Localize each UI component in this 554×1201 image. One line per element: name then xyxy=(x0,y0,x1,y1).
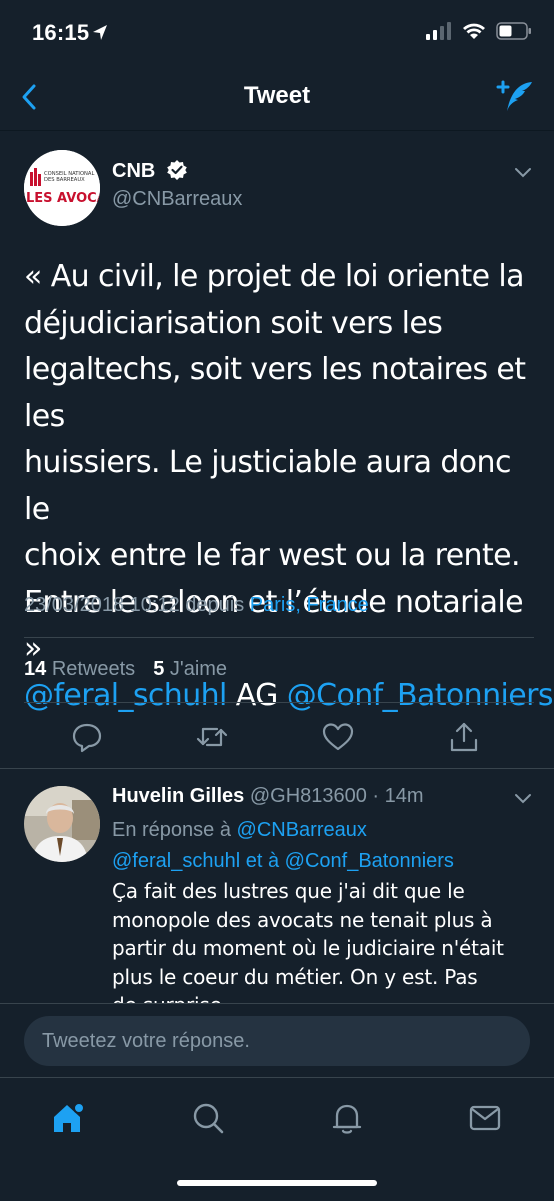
location-arrow-icon xyxy=(92,24,108,42)
compose-feather-icon xyxy=(496,80,532,111)
status-time: 16:15 xyxy=(32,20,90,45)
heart-icon xyxy=(322,723,354,751)
chevron-down-icon xyxy=(515,168,531,178)
tweet-timestamp: 23/03/2018 10:12 depuis Paris, France xyxy=(24,594,369,617)
tab-messages[interactable] xyxy=(467,1100,503,1136)
battery-icon xyxy=(496,22,531,40)
verified-badge-icon xyxy=(166,159,188,181)
compose-tweet-button[interactable] xyxy=(496,78,534,114)
chevron-down-icon xyxy=(515,794,531,804)
retweets-label: Retweets xyxy=(51,658,136,680)
in-reply-and: et à xyxy=(240,850,285,872)
retweet-icon xyxy=(196,727,228,747)
reply-menu-caret[interactable] xyxy=(514,792,532,804)
home-indicator[interactable] xyxy=(177,1180,377,1186)
retweet-button[interactable] xyxy=(195,720,229,754)
mention-link[interactable]: @feral_schuhl xyxy=(112,850,240,872)
author-name[interactable]: CNB xyxy=(112,160,155,183)
likes-count: 5 xyxy=(153,658,165,680)
reply-avatar-photo xyxy=(24,786,100,862)
divider xyxy=(0,768,554,769)
author-avatar[interactable]: CONSEIL NATIONAL DES BARREAUX LES AVOCAT… xyxy=(24,150,100,226)
in-reply-to: En réponse à @CNBarreaux @feral_schuhl e… xyxy=(112,815,532,877)
svg-text:DES BARREAUX: DES BARREAUX xyxy=(44,177,85,183)
reply-icon xyxy=(72,723,102,753)
reply-text: Ça fait des lustres que j'ai dit que le … xyxy=(112,877,532,1004)
search-icon xyxy=(193,1103,224,1134)
mention-link[interactable]: @Conf_Batonniers xyxy=(285,850,454,872)
tweet-menu-caret[interactable] xyxy=(514,166,532,178)
mention-link[interactable]: @CNBarreaux xyxy=(237,819,367,841)
reply-button[interactable] xyxy=(70,720,104,754)
tweet-text-fragment: AG xyxy=(226,677,287,713)
like-button[interactable] xyxy=(321,720,355,754)
reply-tweet[interactable]: Huvelin Gilles @GH813600 · 14m En répons… xyxy=(0,770,554,1004)
retweets-stat[interactable]: 14 Retweets xyxy=(24,658,135,681)
author-handle[interactable]: @CNBarreaux xyxy=(112,188,242,211)
reply-text-line: monopole des avocats ne tenait plus à xyxy=(112,907,493,932)
mail-icon xyxy=(469,1105,501,1131)
tab-search[interactable] xyxy=(190,1100,226,1136)
reply-input[interactable]: Tweetez votre réponse. xyxy=(24,1016,530,1066)
tweet-date: 23/03/2018 10:12 depuis xyxy=(24,594,250,616)
reply-author-name[interactable]: Huvelin Gilles xyxy=(112,785,244,807)
nav-divider xyxy=(0,130,554,131)
tweet-text: « Au civil, le projet de loi oriente la … xyxy=(24,254,553,719)
reply-header: Huvelin Gilles @GH813600 · 14m xyxy=(112,785,424,808)
home-icon xyxy=(54,1102,85,1132)
status-indicators xyxy=(426,22,532,40)
reply-text-line: Ça fait des lustres que j'ai dit que le xyxy=(112,879,465,903)
location-link[interactable]: Paris, France xyxy=(250,594,369,616)
cnb-logo: CONSEIL NATIONAL DES BARREAUX LES AVOCAT… xyxy=(24,150,100,226)
reply-time: · 14m xyxy=(366,785,424,807)
in-reply-prefix: En réponse à xyxy=(112,819,237,841)
divider xyxy=(24,637,534,638)
tweet-text-line: huissiers. Le justiciable aura donc le xyxy=(24,445,511,527)
share-button[interactable] xyxy=(447,720,481,754)
reply-avatar[interactable] xyxy=(24,786,100,862)
signal-icon xyxy=(426,22,451,40)
likes-stat[interactable]: 5 J'aime xyxy=(153,658,227,681)
tweet-text-line: choix entre le far west ou la rente. xyxy=(24,538,521,573)
svg-text:LES AVOCATS: LES AVOCATS xyxy=(26,191,100,206)
wifi-icon xyxy=(463,23,485,39)
divider xyxy=(0,1003,554,1004)
reply-author-handle[interactable]: @GH813600 xyxy=(250,785,367,807)
retweets-count: 14 xyxy=(24,658,47,680)
bell-icon xyxy=(332,1104,362,1134)
share-icon xyxy=(450,722,478,752)
tab-notifications[interactable] xyxy=(329,1100,365,1136)
tweet-text-line: legaltechs, soit vers les notaires et le… xyxy=(24,352,526,434)
divider xyxy=(24,702,534,703)
reply-text-line: plus le coeur du métier. On y est. Pas xyxy=(112,964,478,989)
tweet-stats: 14 Retweets 5 J'aime xyxy=(24,658,227,681)
reply-text-line: partir du moment où le judiciaire n'étai… xyxy=(112,936,504,960)
tweet-text-line: « Au civil, le projet de loi oriente la xyxy=(24,259,525,294)
tab-home[interactable] xyxy=(50,1100,86,1136)
page-title: Tweet xyxy=(243,82,311,109)
likes-label: J'aime xyxy=(169,658,228,680)
tweet-text-line: déjudiciarisation soit vers les xyxy=(24,305,443,341)
mention-link[interactable]: @feral_schuhl xyxy=(24,678,227,713)
mention-link[interactable]: @Conf_Batonniers xyxy=(287,678,554,713)
tweet-action-bar xyxy=(0,714,554,760)
